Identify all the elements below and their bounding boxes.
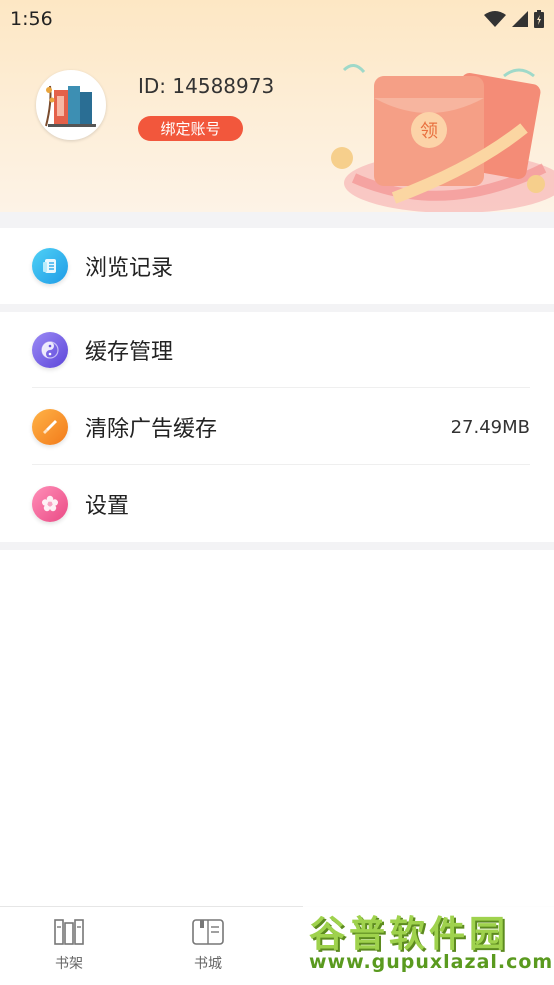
menu-item-history[interactable]: 浏览记录: [0, 228, 554, 304]
menu-item-settings[interactable]: 设置: [0, 466, 554, 542]
user-id: ID: 14588973: [138, 74, 275, 98]
section-gap: [0, 212, 554, 228]
divider: [32, 387, 530, 388]
nav-tab-store[interactable]: 书城: [168, 917, 248, 973]
section-gap: [0, 304, 554, 312]
bookshelf-icon: [54, 919, 84, 945]
watermark-url: www.gupuxlazal.com: [309, 951, 554, 973]
open-book-icon: [192, 919, 224, 945]
nav-tab-shelf[interactable]: 书架: [29, 917, 109, 973]
nav-label: 书城: [194, 956, 222, 972]
watermark-title: 谷普软件园: [309, 914, 510, 955]
nav-label: 书架: [55, 956, 83, 972]
menu-item-label: 缓存管理: [85, 340, 174, 365]
menu-item-clear-ad-cache[interactable]: 清除广告缓存 27.49MB: [0, 389, 554, 465]
banner-badge-text: 领: [420, 121, 438, 142]
flower-icon: [32, 486, 68, 522]
wifi-icon: [484, 11, 506, 27]
books-avatar-icon: [38, 72, 104, 138]
document-icon: [32, 248, 68, 284]
section-gap: [0, 542, 554, 550]
battery-icon: [534, 10, 544, 28]
menu-item-label: 清除广告缓存: [85, 417, 218, 442]
brush-icon: [32, 409, 68, 445]
yin-yang-icon: [32, 332, 68, 368]
red-envelope-banner[interactable]: 领: [324, 58, 554, 212]
cell-signal-icon: [512, 11, 528, 27]
cache-size-value: 27.49MB: [450, 416, 530, 438]
menu-item-cache[interactable]: 缓存管理: [0, 312, 554, 388]
status-time: 1:56: [10, 8, 53, 30]
bind-account-button[interactable]: 绑定账号: [138, 116, 243, 141]
menu-item-label: 浏览记录: [85, 256, 174, 281]
status-bar: 1:56: [0, 0, 554, 38]
menu-item-label: 设置: [85, 494, 130, 519]
watermark: 谷普软件园 www.gupuxlazal.com: [303, 895, 554, 981]
avatar[interactable]: [36, 70, 106, 140]
divider: [32, 464, 530, 465]
